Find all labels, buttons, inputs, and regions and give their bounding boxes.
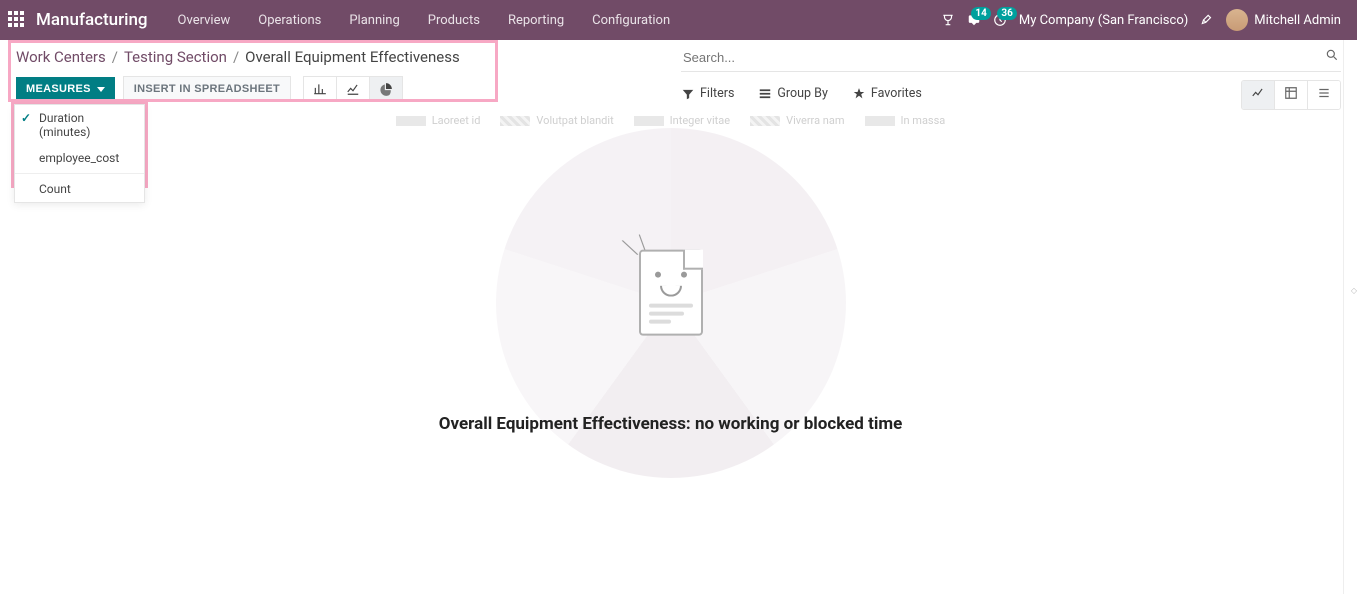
activities-badge: 36: [997, 7, 1016, 20]
phone-icon[interactable]: [941, 13, 955, 27]
favorites-label: Favorites: [871, 86, 922, 101]
dropdown-divider: [15, 173, 144, 174]
messages-icon[interactable]: 14: [967, 13, 981, 27]
avatar: [1226, 9, 1248, 31]
empty-doc-icon: ╲ │: [639, 250, 703, 336]
graph-view-button[interactable]: [1242, 81, 1274, 109]
measures-dropdown: Duration (minutes) employee_cost Count: [14, 104, 145, 203]
empty-message: Overall Equipment Effectiveness: no work…: [439, 414, 903, 434]
groupby-button[interactable]: Group By: [758, 86, 827, 101]
debug-icon[interactable]: [1200, 13, 1214, 27]
search-input[interactable]: [681, 44, 1341, 72]
nav-products[interactable]: Products: [414, 3, 494, 38]
pivot-view-button[interactable]: [1274, 81, 1307, 109]
filters-label: Filters: [700, 86, 734, 101]
pie-chart-button[interactable]: [370, 76, 403, 102]
measure-duration[interactable]: Duration (minutes): [15, 105, 144, 145]
breadcrumb-work-centers[interactable]: Work Centers: [16, 48, 106, 66]
nav-right: 14 36 My Company (San Francisco) Mitchel…: [941, 9, 1349, 31]
nav-menu: Overview Operations Planning Products Re…: [164, 3, 685, 38]
nav-reporting[interactable]: Reporting: [494, 3, 578, 38]
caret-down-icon: [97, 87, 105, 92]
nav-operations[interactable]: Operations: [244, 3, 335, 38]
list-view-button[interactable]: [1307, 81, 1340, 109]
measures-button[interactable]: MEASURES: [16, 77, 115, 101]
search-area: Filters Group By Favorites: [681, 44, 1341, 101]
nav-overview[interactable]: Overview: [164, 3, 245, 38]
nav-planning[interactable]: Planning: [335, 3, 413, 38]
app-title[interactable]: Manufacturing: [36, 10, 148, 30]
chart-type-group: [303, 76, 403, 102]
top-nav: Manufacturing Overview Operations Planni…: [0, 0, 1357, 40]
measures-label: MEASURES: [26, 83, 91, 95]
user-name: Mitchell Admin: [1254, 13, 1341, 28]
view-switcher: [1241, 80, 1341, 110]
apps-icon[interactable]: [8, 11, 26, 29]
empty-state: ╲ │ Overall Equipment Effectiveness: no …: [0, 124, 1341, 594]
company-selector[interactable]: My Company (San Francisco): [1019, 13, 1188, 28]
messages-badge: 14: [971, 7, 990, 20]
groupby-label: Group By: [777, 86, 827, 101]
activities-icon[interactable]: 36: [993, 13, 1007, 27]
breadcrumb-testing-section[interactable]: Testing Section: [124, 48, 227, 66]
scrollbar-rail[interactable]: [1343, 40, 1357, 594]
bar-chart-button[interactable]: [303, 76, 337, 102]
rail-marker: ◇: [1351, 286, 1357, 295]
favorites-button[interactable]: Favorites: [852, 86, 922, 101]
line-chart-button[interactable]: [337, 76, 370, 102]
measure-count[interactable]: Count: [15, 176, 144, 202]
user-menu[interactable]: Mitchell Admin: [1226, 9, 1341, 31]
insert-spreadsheet-button[interactable]: INSERT IN SPREADSHEET: [123, 76, 291, 102]
measure-employee-cost[interactable]: employee_cost: [15, 145, 144, 171]
breadcrumb-current: Overall Equipment Effectiveness: [245, 48, 460, 66]
filters-button[interactable]: Filters: [681, 86, 734, 101]
nav-configuration[interactable]: Configuration: [578, 3, 684, 38]
search-icon[interactable]: [1325, 48, 1339, 66]
